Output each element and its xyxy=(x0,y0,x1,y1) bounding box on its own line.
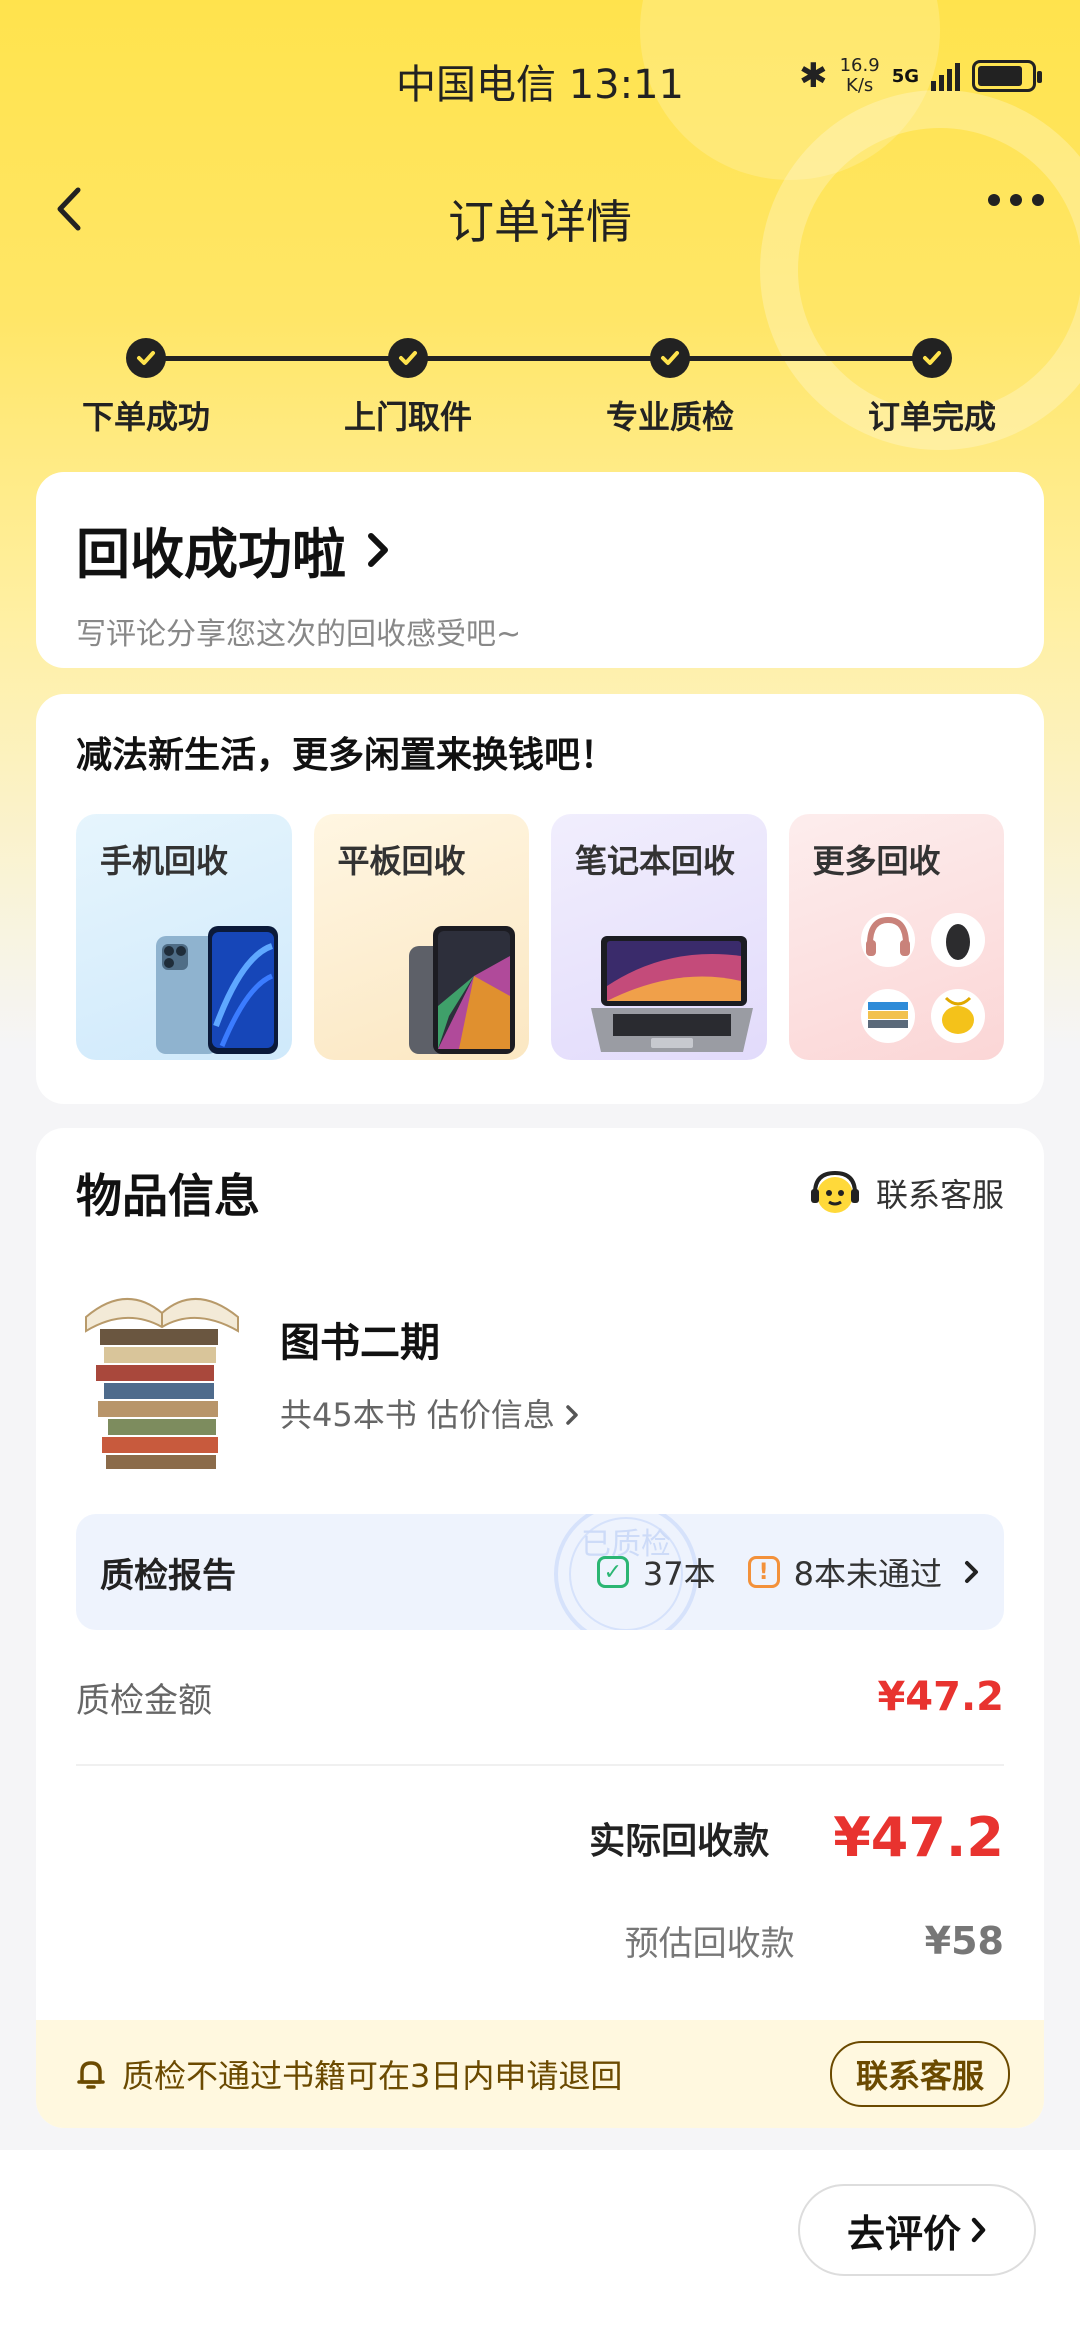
promo-title: 减法新生活，更多闲置来换钱吧！ xyxy=(76,735,617,776)
customer-service-icon xyxy=(810,1170,859,1213)
net-speed: 16.9 K/s xyxy=(839,55,880,96)
tile-label: 平板回收 xyxy=(337,842,466,880)
progress-step: 上门取件 xyxy=(308,338,508,438)
progress-step-label: 上门取件 xyxy=(343,398,472,436)
contact-service-label: 联系客服 xyxy=(875,1176,1004,1214)
recycle-promo-card: 减法新生活，更多闲置来换钱吧！ 手机回收 平板回收 笔记本回收 更多回收 xyxy=(36,694,1044,1104)
chevron-right-icon xyxy=(965,1561,978,1583)
payment-summary: 实际回收款 ¥47.2 预估回收款 ¥58 xyxy=(76,1766,1004,2012)
passed-count: 37本 xyxy=(642,1555,716,1593)
progress-step: 专业质检 xyxy=(570,338,770,438)
check-icon xyxy=(650,338,690,378)
success-title: 回收成功啦 xyxy=(76,523,346,586)
bell-icon xyxy=(77,2061,105,2089)
phone-icon xyxy=(155,926,278,1054)
inspect-amount-label: 质检金额 xyxy=(76,1680,212,1721)
laptop-recycle-tile[interactable]: 笔记本回收 xyxy=(551,814,767,1060)
review-button[interactable]: 去评价 xyxy=(798,2184,1036,2276)
chevron-right-icon xyxy=(971,2217,986,2243)
progress-step-label: 订单完成 xyxy=(867,398,996,436)
actual-payment-label: 实际回收款 xyxy=(589,1820,770,1862)
laptop-icon xyxy=(590,936,753,1052)
contact-service-button[interactable]: 联系客服 xyxy=(829,2041,1010,2107)
failed-count: 8本未通过 xyxy=(793,1555,942,1593)
bluetooth-icon: ✱ xyxy=(799,56,828,96)
estimate-payment-label: 预估回收款 xyxy=(624,1924,795,1964)
order-progress: 下单成功 上门取件 专业质检 订单完成 xyxy=(0,330,1080,440)
inspection-report[interactable]: 已质检 质检报告 ✓ 37本 ! 8本未通过 xyxy=(76,1514,1004,1630)
tile-label: 更多回收 xyxy=(812,842,941,880)
battery-icon xyxy=(972,60,1042,92)
tile-label: 笔记本回收 xyxy=(575,842,736,880)
more-items-icon xyxy=(861,913,985,1043)
page-title: 订单详情 xyxy=(448,195,632,249)
tile-label: 手机回收 xyxy=(100,842,229,880)
tablet-icon xyxy=(409,926,515,1054)
goods-info-card: 物品信息 联系客服 图书二期 共45本书 估价信息 已质检 质检报告 ✓ 37本… xyxy=(36,1128,1044,2128)
actual-payment-value: ¥47.2 xyxy=(833,1806,1004,1869)
estimate-payment-value: ¥58 xyxy=(924,1918,1004,1963)
notice-text: 质检不通过书籍可在3日内申请退回 xyxy=(122,2057,623,2095)
inspect-amount-row: 质检金额 ¥47.2 xyxy=(76,1630,1004,1766)
tablet-recycle-tile[interactable]: 平板回收 xyxy=(313,814,529,1060)
goods-name: 图书二期 xyxy=(280,1320,440,1366)
check-icon xyxy=(126,338,166,378)
status-bar: 中国电信 13:11 ✱ 16.9 K/s 5G xyxy=(0,0,1080,160)
progress-step: 下单成功 xyxy=(46,338,246,438)
goods-info[interactable]: 共45本书 估价信息 xyxy=(280,1390,579,1436)
nav-bar: 订单详情 xyxy=(0,170,1080,250)
chevron-right-icon xyxy=(368,532,388,567)
chevron-right-icon xyxy=(566,1405,578,1425)
goods-item[interactable]: 图书二期 共45本书 估价信息 xyxy=(76,1258,1004,1488)
check-icon xyxy=(388,338,428,378)
books-image xyxy=(85,1298,239,1469)
report-title: 质检报告 xyxy=(100,1555,236,1596)
network-type: 5G xyxy=(891,65,919,87)
progress-step-label: 专业质检 xyxy=(605,398,734,436)
failed-warning-icon: ! xyxy=(747,1556,780,1588)
more-icon[interactable] xyxy=(988,194,1044,206)
signal-icon xyxy=(931,61,960,91)
bottom-action-bar: 去评价 xyxy=(0,2150,1080,2340)
phone-recycle-tile[interactable]: 手机回收 xyxy=(76,814,292,1060)
return-notice: 质检不通过书籍可在3日内申请退回 联系客服 xyxy=(36,2020,1044,2128)
inspect-amount-value: ¥47.2 xyxy=(877,1674,1004,1720)
more-recycle-tile[interactable]: 更多回收 xyxy=(788,814,1004,1060)
progress-line xyxy=(146,356,934,361)
progress-step: 订单完成 xyxy=(832,338,1032,438)
contact-service-link[interactable]: 联系客服 xyxy=(808,1169,1004,1217)
check-icon xyxy=(912,338,952,378)
passed-check-icon: ✓ xyxy=(596,1556,629,1588)
success-subtitle: 写评论分享您这次的回收感受吧~ xyxy=(76,617,522,652)
goods-section-title: 物品信息 xyxy=(76,1169,260,1223)
progress-step-label: 下单成功 xyxy=(81,398,210,436)
success-card[interactable]: 回收成功啦 写评论分享您这次的回收感受吧~ xyxy=(36,472,1044,668)
